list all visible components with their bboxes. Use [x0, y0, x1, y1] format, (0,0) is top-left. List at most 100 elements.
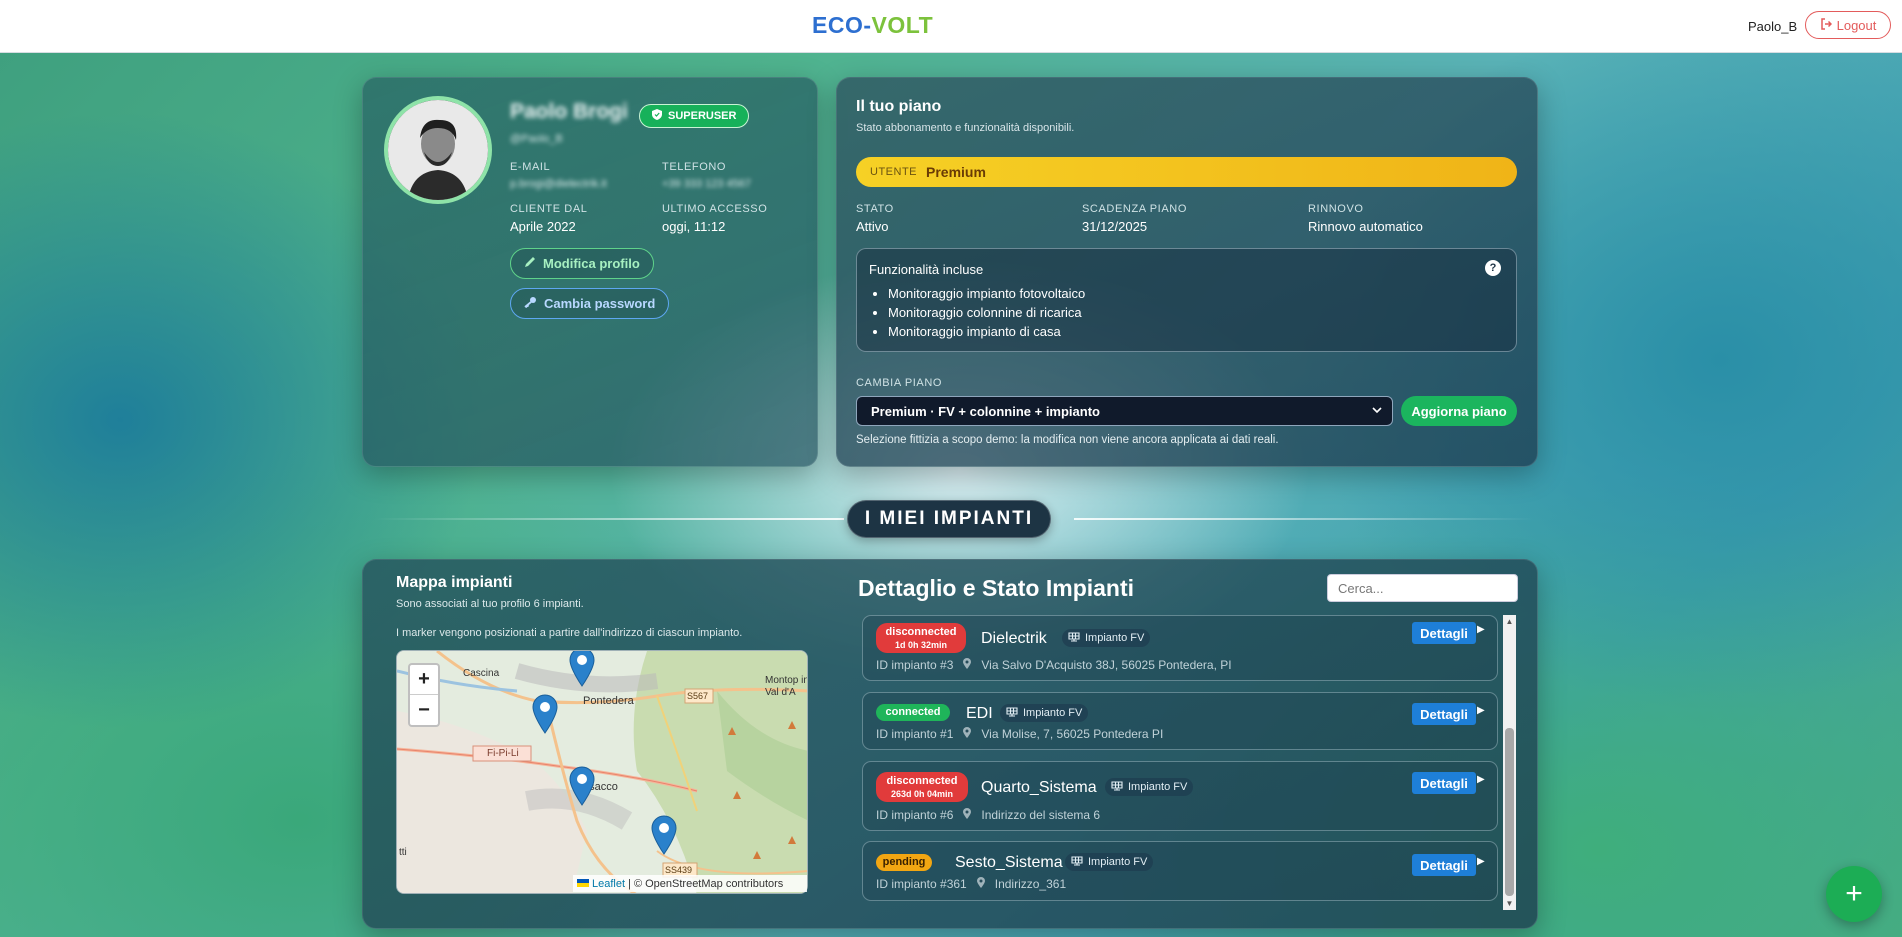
email-value: p.brogi@dielectrik.it: [510, 178, 607, 190]
change-password-label: Cambia password: [544, 296, 656, 311]
play-icon[interactable]: ▶: [1477, 624, 1485, 635]
add-plant-button[interactable]: +: [1826, 866, 1882, 922]
plant-id: ID impianto #361: [876, 877, 967, 891]
plant-type-label: Impianto FV: [1088, 856, 1148, 868]
plant-id: ID impianto #6: [876, 808, 954, 822]
solar-panel-icon: [1111, 780, 1123, 794]
status-badge: disconnected 1d 0h 32min: [876, 623, 966, 653]
logout-button[interactable]: Logout: [1805, 11, 1891, 39]
plant-name: Sesto_Sistema: [955, 854, 1063, 871]
map-title: Mappa impianti: [396, 574, 513, 591]
plant-type-tag: Impianto FV: [1062, 629, 1151, 647]
plant-row[interactable]: [862, 692, 1498, 750]
plant-type-label: Impianto FV: [1085, 632, 1145, 644]
avatar: [384, 96, 492, 204]
play-icon[interactable]: ▶: [1477, 705, 1485, 716]
leaflet-link[interactable]: Leaflet: [592, 878, 625, 890]
plant-address: Via Salvo D'Acquisto 38J, 56025 Ponteder…: [981, 658, 1232, 672]
map-subtitle: Sono associati al tuo profilo 6 impianti…: [396, 598, 584, 610]
map-label-fipili: Fi-Pi-Li: [487, 748, 519, 759]
map-label-montop: Montop in Val d'A: [765, 675, 808, 698]
plan-select[interactable]: Premium · FV + colonnine + impianto: [856, 396, 1393, 426]
map-attribution: Leaflet | © OpenStreetMap contributors: [573, 875, 807, 892]
section-divider-right: [1074, 518, 1534, 520]
status-badge: connected: [876, 704, 950, 721]
section-divider-left: [374, 518, 844, 520]
scrollbar-thumb[interactable]: [1505, 728, 1514, 896]
profile-handle: @Paolo_B: [510, 133, 563, 145]
map-zoom-control: + −: [408, 663, 440, 727]
top-navbar: ECO-VOLT Paolo_B Logout: [0, 0, 1902, 53]
chevron-down-icon: [1372, 403, 1382, 417]
details-button[interactable]: Dettagli: [1412, 772, 1476, 794]
details-title: Dettaglio e Stato Impianti: [858, 575, 1135, 601]
plan-title: Il tuo piano: [856, 98, 942, 115]
plant-meta: ID impianto #6 Indirizzo del sistema 6: [876, 808, 1100, 822]
logout-icon: [1820, 17, 1832, 33]
shield-icon: [652, 109, 662, 123]
plants-map[interactable]: Cascina Pontedera S567 Montop in Val d'A…: [396, 650, 808, 894]
scroll-down-arrow[interactable]: ▼: [1503, 897, 1516, 910]
brand-part1: ECO-: [812, 12, 872, 38]
plant-name: Quarto_Sistema: [981, 779, 1097, 796]
brand-logo[interactable]: ECO-VOLT: [812, 12, 933, 39]
zoom-in-button[interactable]: +: [410, 665, 438, 695]
feature-item: Monitoraggio impianto fotovoltaico: [888, 286, 1085, 305]
status-label: STATO: [856, 203, 894, 215]
location-pin-icon: [963, 727, 972, 741]
expiry-value: 31/12/2025: [1082, 219, 1148, 234]
feature-item: Monitoraggio impianto di casa: [888, 324, 1085, 343]
location-pin-icon: [963, 658, 972, 672]
solar-panel-icon: [1068, 631, 1080, 645]
details-button[interactable]: Dettagli: [1412, 703, 1476, 725]
status-duration: 1d 0h 32min: [894, 640, 948, 650]
phone-value: +39 333 123 4567: [662, 178, 752, 190]
solar-panel-icon: [1071, 855, 1083, 869]
features-title: Funzionalità incluse: [869, 262, 984, 277]
scroll-up-arrow[interactable]: ▲: [1503, 615, 1516, 628]
map-label-pontedera: Pontedera: [583, 695, 634, 707]
change-password-button[interactable]: Cambia password: [510, 288, 670, 319]
key-icon: [524, 296, 537, 311]
details-button[interactable]: Dettagli: [1412, 622, 1476, 644]
renewal-value: Rinnovo automatico: [1308, 219, 1423, 234]
play-icon[interactable]: ▶: [1477, 856, 1485, 867]
current-username: Paolo_B: [1748, 19, 1798, 34]
status-value: Attivo: [856, 219, 889, 234]
brand-part2: VOLT: [871, 12, 934, 38]
edit-profile-button[interactable]: Modifica profilo: [510, 248, 654, 279]
map-marker[interactable]: [569, 651, 595, 692]
plant-name: EDI: [966, 705, 993, 722]
status-text: disconnected: [886, 775, 958, 787]
superuser-badge: SUPERUSER: [639, 104, 750, 128]
renewal-label: RINNOVO: [1308, 203, 1364, 215]
play-icon[interactable]: ▶: [1477, 774, 1485, 785]
user-label: UTENTE: [870, 166, 917, 178]
email-label: E-MAIL: [510, 161, 551, 173]
profile-name: Paolo Brogi: [510, 100, 628, 123]
details-button[interactable]: Dettagli: [1412, 854, 1476, 876]
plan-select-value: Premium · FV + colonnine + impianto: [871, 403, 1100, 419]
logout-label: Logout: [1836, 17, 1877, 33]
update-plan-button[interactable]: Aggiorna piano: [1401, 396, 1517, 426]
section-title: I MIEI IMPIANTI: [847, 500, 1051, 538]
zoom-out-button[interactable]: −: [410, 695, 438, 725]
map-marker[interactable]: [569, 766, 595, 811]
map-label-ss439: SS439: [665, 865, 693, 875]
plant-type-tag: Impianto FV: [1065, 853, 1154, 871]
client-since-value: Aprile 2022: [510, 219, 576, 234]
help-icon[interactable]: ?: [1485, 260, 1501, 276]
plant-type-tag: Impianto FV: [1105, 778, 1194, 796]
map-label-cascina: Cascina: [463, 668, 500, 679]
map-marker[interactable]: [532, 694, 558, 739]
map-label-s567: S567: [687, 691, 709, 701]
search-input[interactable]: [1327, 574, 1518, 602]
map-marker[interactable]: [651, 815, 677, 860]
plant-type-label: Impianto FV: [1023, 707, 1083, 719]
map-label-edge: tti: [399, 847, 407, 858]
plant-type-tag: Impianto FV: [1000, 704, 1089, 722]
superuser-label: SUPERUSER: [668, 110, 737, 122]
list-scrollbar[interactable]: ▲ ▼: [1503, 615, 1516, 910]
pencil-icon: [524, 256, 536, 271]
expiry-label: SCADENZA PIANO: [1082, 203, 1187, 215]
